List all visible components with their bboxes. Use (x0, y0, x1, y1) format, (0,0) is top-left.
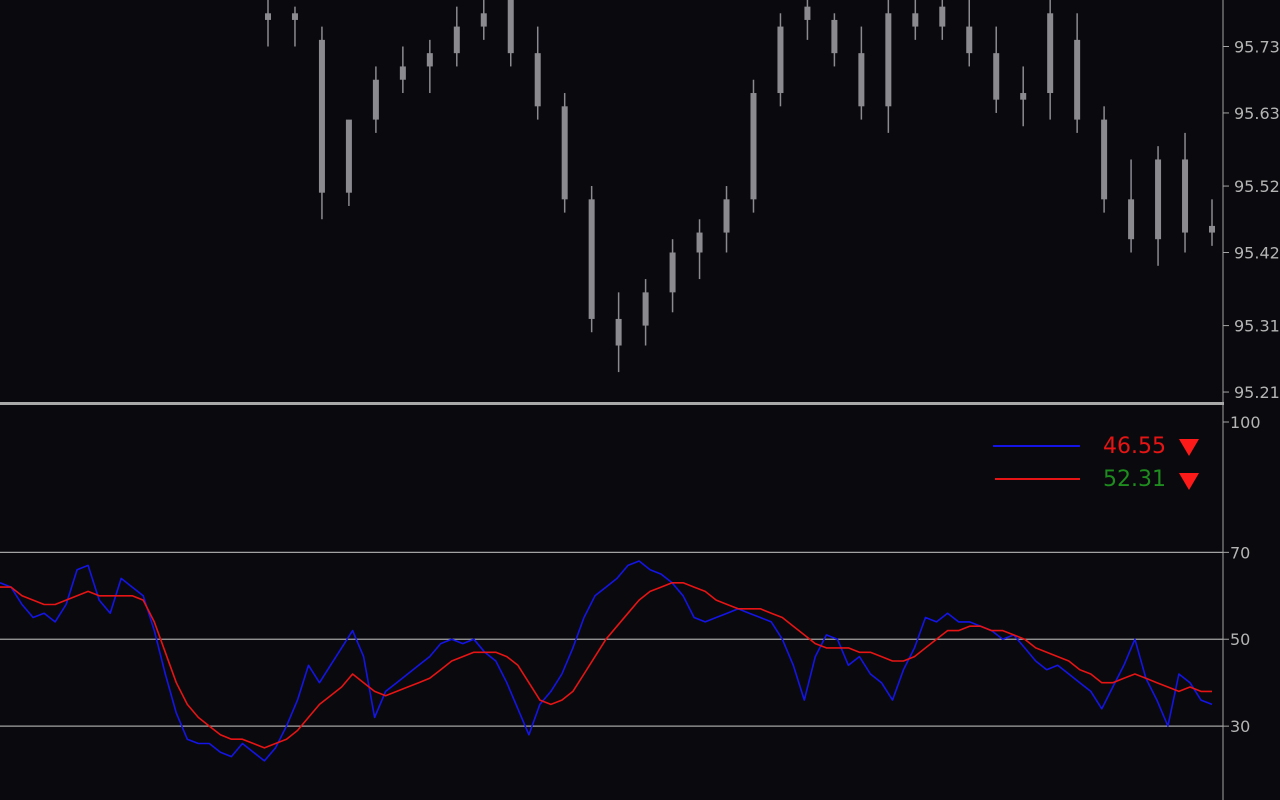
candle (318, 26, 325, 220)
candle (966, 0, 973, 67)
oscillator-lines (0, 560, 1213, 762)
oscillator-chart[interactable]: 100 70 50 30 46.55 52.31 (0, 405, 1280, 800)
candle (1128, 159, 1135, 253)
candle (1074, 13, 1081, 133)
down-triangle-icon (1179, 439, 1199, 456)
candle (507, 0, 514, 67)
candle-body (993, 53, 1000, 100)
candle (1182, 132, 1189, 253)
candle-body (642, 292, 649, 326)
candle-body (507, 0, 514, 54)
candle-body (426, 53, 433, 67)
legend-main-value: 46.55 (1103, 434, 1166, 459)
candle-body (912, 13, 919, 27)
candle (426, 39, 433, 94)
price-axis-label: 95.52 (1234, 177, 1280, 196)
main-line-series (0, 560, 1213, 762)
candle (1209, 199, 1215, 246)
candle-body (534, 53, 541, 107)
candle (939, 0, 946, 40)
candle (453, 6, 460, 67)
candle (534, 26, 541, 120)
candle-body (723, 199, 730, 233)
price-pane[interactable]: 95.73 95.63 95.52 95.42 95.31 95.21 (0, 0, 1280, 402)
oscillator-axis-label: 70 (1230, 543, 1250, 562)
candle-body (966, 26, 973, 54)
candle-body (1128, 199, 1135, 240)
candle-body (804, 6, 811, 20)
candle-body (561, 106, 568, 200)
oscillator-axis-label: 100 (1230, 413, 1261, 432)
candle (588, 186, 595, 333)
candle-body (777, 26, 784, 94)
candle (480, 0, 487, 40)
down-triangle-icon (1179, 473, 1199, 490)
candle-body (750, 93, 757, 200)
candle-body (1155, 159, 1162, 240)
candle (804, 0, 811, 40)
candle-body (1209, 225, 1215, 233)
candle-body (858, 53, 865, 107)
candle (858, 26, 865, 120)
oscillator-axis-label: 50 (1230, 630, 1250, 649)
candle (831, 13, 838, 67)
candle-body (1101, 119, 1108, 200)
candle-body (831, 19, 838, 54)
candle-body (291, 13, 298, 20)
candle (993, 26, 1000, 113)
candle (615, 292, 622, 373)
candle (777, 13, 784, 107)
oscillator-axis-ticks: 100 70 50 30 (1223, 413, 1261, 736)
price-axis-label: 95.73 (1234, 38, 1280, 57)
candle (1155, 146, 1162, 266)
trading-chart-window[interactable]: 95.73 95.63 95.52 95.42 95.31 95.21 100 70 50 30… (0, 0, 1280, 800)
candle (642, 279, 649, 346)
candle-body (1047, 13, 1054, 94)
candle (885, 0, 892, 133)
candle (399, 46, 406, 94)
candle (723, 186, 730, 253)
oscillator-pane[interactable]: 100 70 50 30 46.55 52.31 (0, 405, 1280, 800)
candle (291, 6, 298, 47)
candle (372, 66, 379, 133)
candle-body (696, 232, 703, 253)
oscillator-levels (0, 551, 1223, 727)
candle-body (399, 66, 406, 80)
candle-body (1182, 159, 1189, 233)
legend-signal-value: 52.31 (1103, 467, 1166, 492)
candle-body (345, 119, 352, 193)
candle-body (318, 39, 325, 193)
price-axis-label: 95.63 (1234, 104, 1280, 123)
candle (345, 119, 352, 206)
candle (1047, 0, 1054, 120)
candle-body (588, 199, 595, 319)
candle-body (885, 13, 892, 107)
candle-body (372, 79, 379, 120)
candle (696, 219, 703, 280)
price-axis-label: 95.42 (1234, 243, 1280, 262)
price-axis-label: 95.31 (1234, 317, 1280, 336)
oscillator-axis-label: 30 (1230, 717, 1250, 736)
candle-body (615, 318, 622, 346)
price-axis-ticks: 95.73 95.63 95.52 95.42 95.31 95.21 (1223, 38, 1280, 402)
candle (1020, 66, 1027, 127)
candle (1101, 106, 1108, 213)
candle (750, 79, 757, 213)
candle (265, 0, 271, 47)
candle-body (1074, 39, 1081, 120)
candle-body (1020, 93, 1027, 100)
candle (912, 0, 919, 40)
signal-line-series (0, 582, 1212, 749)
candle (669, 239, 676, 313)
candle-body (480, 13, 487, 27)
price-candlestick-chart[interactable]: 95.73 95.63 95.52 95.42 95.31 95.21 (0, 0, 1280, 402)
oscillator-legend: 46.55 52.31 (993, 434, 1199, 492)
candle-body (939, 6, 946, 27)
candle-body (265, 13, 271, 20)
price-axis-label: 95.21 (1234, 383, 1280, 402)
price-candles (265, 0, 1215, 373)
candle-body (453, 26, 460, 54)
candle (561, 93, 568, 213)
candle-body (669, 252, 676, 293)
